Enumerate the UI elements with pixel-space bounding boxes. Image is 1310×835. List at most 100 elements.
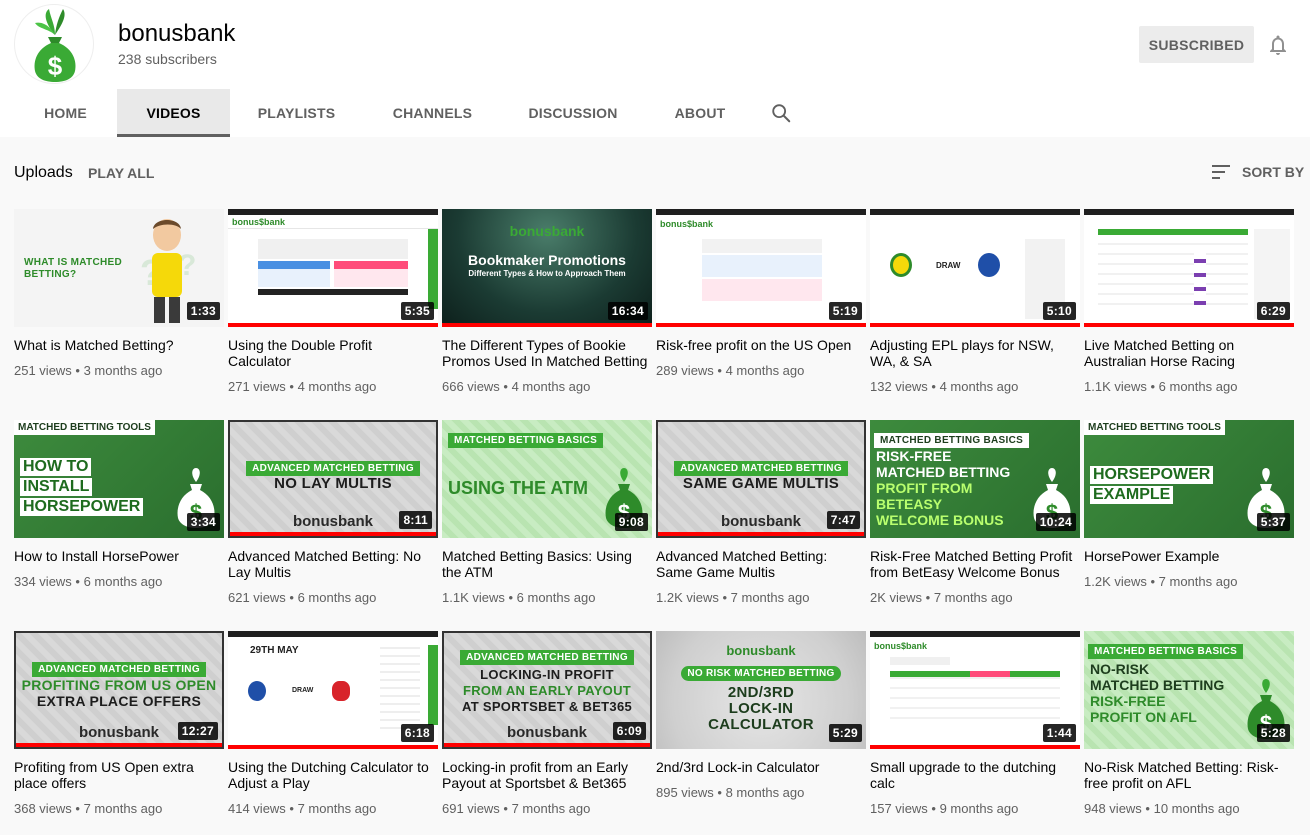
screen-panel xyxy=(258,261,330,269)
video-thumbnail[interactable]: ADVANCED MATCHED BETTING NO LAY MULTIS b… xyxy=(228,420,438,538)
video-title[interactable]: Risk-free profit on the US Open xyxy=(656,337,866,353)
tab-videos[interactable]: VIDEOS xyxy=(117,89,230,137)
video-thumbnail[interactable]: MATCHED BETTING TOOLS HOW TO INSTALL HOR… xyxy=(14,420,224,538)
video-card[interactable]: 29TH MAY DRAW 6:18 Using the Dutching Ca… xyxy=(228,631,438,835)
sort-by-button[interactable]: SORT BY xyxy=(1210,160,1304,184)
video-title[interactable]: HorsePower Example xyxy=(1084,548,1294,564)
tab-channels[interactable]: CHANNELS xyxy=(363,89,502,137)
video-title[interactable]: Using the Double Profit Calculator xyxy=(228,337,438,369)
video-thumbnail[interactable]: ADVANCED MATCHED BETTING SAME GAME MULTI… xyxy=(656,420,866,538)
video-card[interactable]: 6:29 Live Matched Betting on Australian … xyxy=(1084,209,1294,420)
video-thumbnail[interactable]: ADVANCED MATCHED BETTING PROFITING FROM … xyxy=(14,631,224,749)
video-title[interactable]: 2nd/3rd Lock-in Calculator xyxy=(656,759,866,775)
tab-home[interactable]: HOME xyxy=(14,89,117,137)
video-card[interactable]: MATCHED BETTING TOOLS HOW TO INSTALL HOR… xyxy=(14,420,224,631)
video-thumbnail[interactable]: bonusbank NO RISK MATCHED BETTING 2ND/3R… xyxy=(656,631,866,749)
screen-panel xyxy=(970,671,1010,677)
video-card[interactable]: DRAW 5:10 Adjusting EPL plays for NSW, W… xyxy=(870,209,1080,420)
video-title[interactable]: Using the Dutching Calculator to Adjust … xyxy=(228,759,438,791)
video-title[interactable]: Adjusting EPL plays for NSW, WA, & SA xyxy=(870,337,1080,369)
tab-discussion[interactable]: DISCUSSION xyxy=(502,89,644,137)
video-title[interactable]: Small upgrade to the dutching calc xyxy=(870,759,1080,791)
watch-progress xyxy=(658,532,864,536)
thumb-text: MATCHED BETTING xyxy=(876,464,1011,480)
video-title[interactable]: What is Matched Betting? xyxy=(14,337,224,353)
thumb-text: NO LAY MULTIS xyxy=(274,475,392,492)
video-duration: 6:09 xyxy=(612,722,646,740)
screen-panel xyxy=(334,269,408,287)
screen-panel xyxy=(258,239,408,259)
subscribe-button[interactable]: SUBSCRIBED xyxy=(1139,26,1254,63)
video-title[interactable]: Matched Betting Basics: Using the ATM xyxy=(442,548,652,580)
video-card[interactable]: WHAT IS MATCHED BETTING? ? ? 1:33 What i… xyxy=(14,209,224,420)
video-thumbnail[interactable]: bonus$bank 5:19 xyxy=(656,209,866,327)
tab-playlists[interactable]: PLAYLISTS xyxy=(230,89,363,137)
video-thumbnail[interactable]: ADVANCED MATCHED BETTING LOCKING-IN PROF… xyxy=(442,631,652,749)
video-card[interactable]: ADVANCED MATCHED BETTING PROFITING FROM … xyxy=(14,631,224,835)
video-duration: 1:44 xyxy=(1042,724,1076,742)
video-thumbnail[interactable]: MATCHED BETTING BASICS NO-RISK MATCHED B… xyxy=(1084,631,1294,749)
video-card[interactable]: bonus$bank 5:35 Using the Double Profit … xyxy=(228,209,438,420)
video-meta: 2K views • 7 months ago xyxy=(870,590,1013,605)
channel-avatar[interactable]: $ xyxy=(14,4,94,84)
play-all-button[interactable]: PLAY ALL xyxy=(88,165,154,181)
video-meta: 948 views • 10 months ago xyxy=(1084,801,1240,816)
video-card[interactable]: ADVANCED MATCHED BETTING NO LAY MULTIS b… xyxy=(228,420,438,631)
video-meta: 1.2K views • 7 months ago xyxy=(656,590,810,605)
channel-search-button[interactable] xyxy=(756,89,806,137)
video-title[interactable]: How to Install HorsePower xyxy=(14,548,224,564)
video-meta: 368 views • 7 months ago xyxy=(14,801,163,816)
video-title[interactable]: Risk-Free Matched Betting Profit from Be… xyxy=(870,548,1080,580)
thumb-text: FROM AN EARLY PAYOUT xyxy=(462,683,632,698)
video-card[interactable]: bonus$bank 5:19 Risk-free profit on the … xyxy=(656,209,866,420)
thumb-text: PROFIT ON AFL xyxy=(1090,709,1197,725)
watch-progress xyxy=(870,323,1080,327)
video-thumbnail[interactable]: MATCHED BETTING BASICS RISK-FREE MATCHED… xyxy=(870,420,1080,538)
video-thumbnail[interactable]: MATCHED BETTING BASICS USING THE ATM $ 9… xyxy=(442,420,652,538)
thumb-text: RISK-FREE xyxy=(876,448,952,464)
view-count: 691 views xyxy=(442,801,500,816)
video-thumbnail[interactable]: bonus$bank 1:44 xyxy=(870,631,1080,749)
video-card[interactable]: ADVANCED MATCHED BETTING SAME GAME MULTI… xyxy=(656,420,866,631)
screen-panel xyxy=(380,645,420,735)
video-thumbnail[interactable]: WHAT IS MATCHED BETTING? ? ? 1:33 xyxy=(14,209,224,327)
upload-age: 7 months ago xyxy=(933,590,1013,605)
thumb-text: LOCKING-IN PROFIT xyxy=(480,667,614,682)
video-thumbnail[interactable]: 29TH MAY DRAW 6:18 xyxy=(228,631,438,749)
video-title[interactable]: No-Risk Matched Betting: Risk-free profi… xyxy=(1084,759,1294,791)
video-card[interactable]: MATCHED BETTING BASICS USING THE ATM $ 9… xyxy=(442,420,652,631)
video-card[interactable]: MATCHED BETTING BASICS RISK-FREE MATCHED… xyxy=(870,420,1080,631)
video-title[interactable]: Locking-in profit from an Early Payout a… xyxy=(442,759,652,791)
view-count: 368 views xyxy=(14,801,72,816)
video-card[interactable]: bonusbank Bookmaker Promotions Different… xyxy=(442,209,652,420)
video-thumbnail[interactable]: MATCHED BETTING TOOLS HORSEPOWER EXAMPLE… xyxy=(1084,420,1294,538)
thumb-text: MATCHED BETTING xyxy=(1090,677,1225,693)
video-thumbnail[interactable]: bonus$bank 5:35 xyxy=(228,209,438,327)
video-title[interactable]: The Different Types of Bookie Promos Use… xyxy=(442,337,652,369)
tab-about[interactable]: ABOUT xyxy=(644,89,756,137)
video-title[interactable]: Advanced Matched Betting: No Lay Multis xyxy=(228,548,438,580)
video-card[interactable]: bonus$bank 1:44 Small upgrade to the dut… xyxy=(870,631,1080,835)
video-thumbnail[interactable]: 6:29 xyxy=(1084,209,1294,327)
thumb-text: MATCHED BETTING BASICS xyxy=(448,433,604,448)
thumb-text: bonusbank xyxy=(509,223,585,239)
video-title[interactable]: Profiting from US Open extra place offer… xyxy=(14,759,224,791)
video-card[interactable]: MATCHED BETTING TOOLS HORSEPOWER EXAMPLE… xyxy=(1084,420,1294,631)
upload-age: 4 months ago xyxy=(939,379,1019,394)
video-card[interactable]: bonusbank NO RISK MATCHED BETTING 2ND/3R… xyxy=(656,631,866,826)
thumb-text: MATCHED BETTING BASICS xyxy=(1088,644,1244,659)
video-thumbnail[interactable]: DRAW 5:10 xyxy=(870,209,1080,327)
video-title[interactable]: Live Matched Betting on Australian Horse… xyxy=(1084,337,1294,369)
video-card[interactable]: MATCHED BETTING BASICS NO-RISK MATCHED B… xyxy=(1084,631,1294,835)
team-crest-icon xyxy=(248,681,266,701)
video-title[interactable]: Advanced Matched Betting: Same Game Mult… xyxy=(656,548,866,580)
video-duration: 8:11 xyxy=(399,511,432,529)
upload-age: 4 months ago xyxy=(511,379,591,394)
notification-bell-icon[interactable] xyxy=(1266,33,1290,57)
upload-age: 7 months ago xyxy=(730,590,810,605)
video-card[interactable]: ADVANCED MATCHED BETTING LOCKING-IN PROF… xyxy=(442,631,652,835)
sort-icon xyxy=(1212,165,1230,179)
screen-panel xyxy=(428,229,438,309)
upload-age: 3 months ago xyxy=(83,363,163,378)
video-thumbnail[interactable]: bonusbank Bookmaker Promotions Different… xyxy=(442,209,652,327)
